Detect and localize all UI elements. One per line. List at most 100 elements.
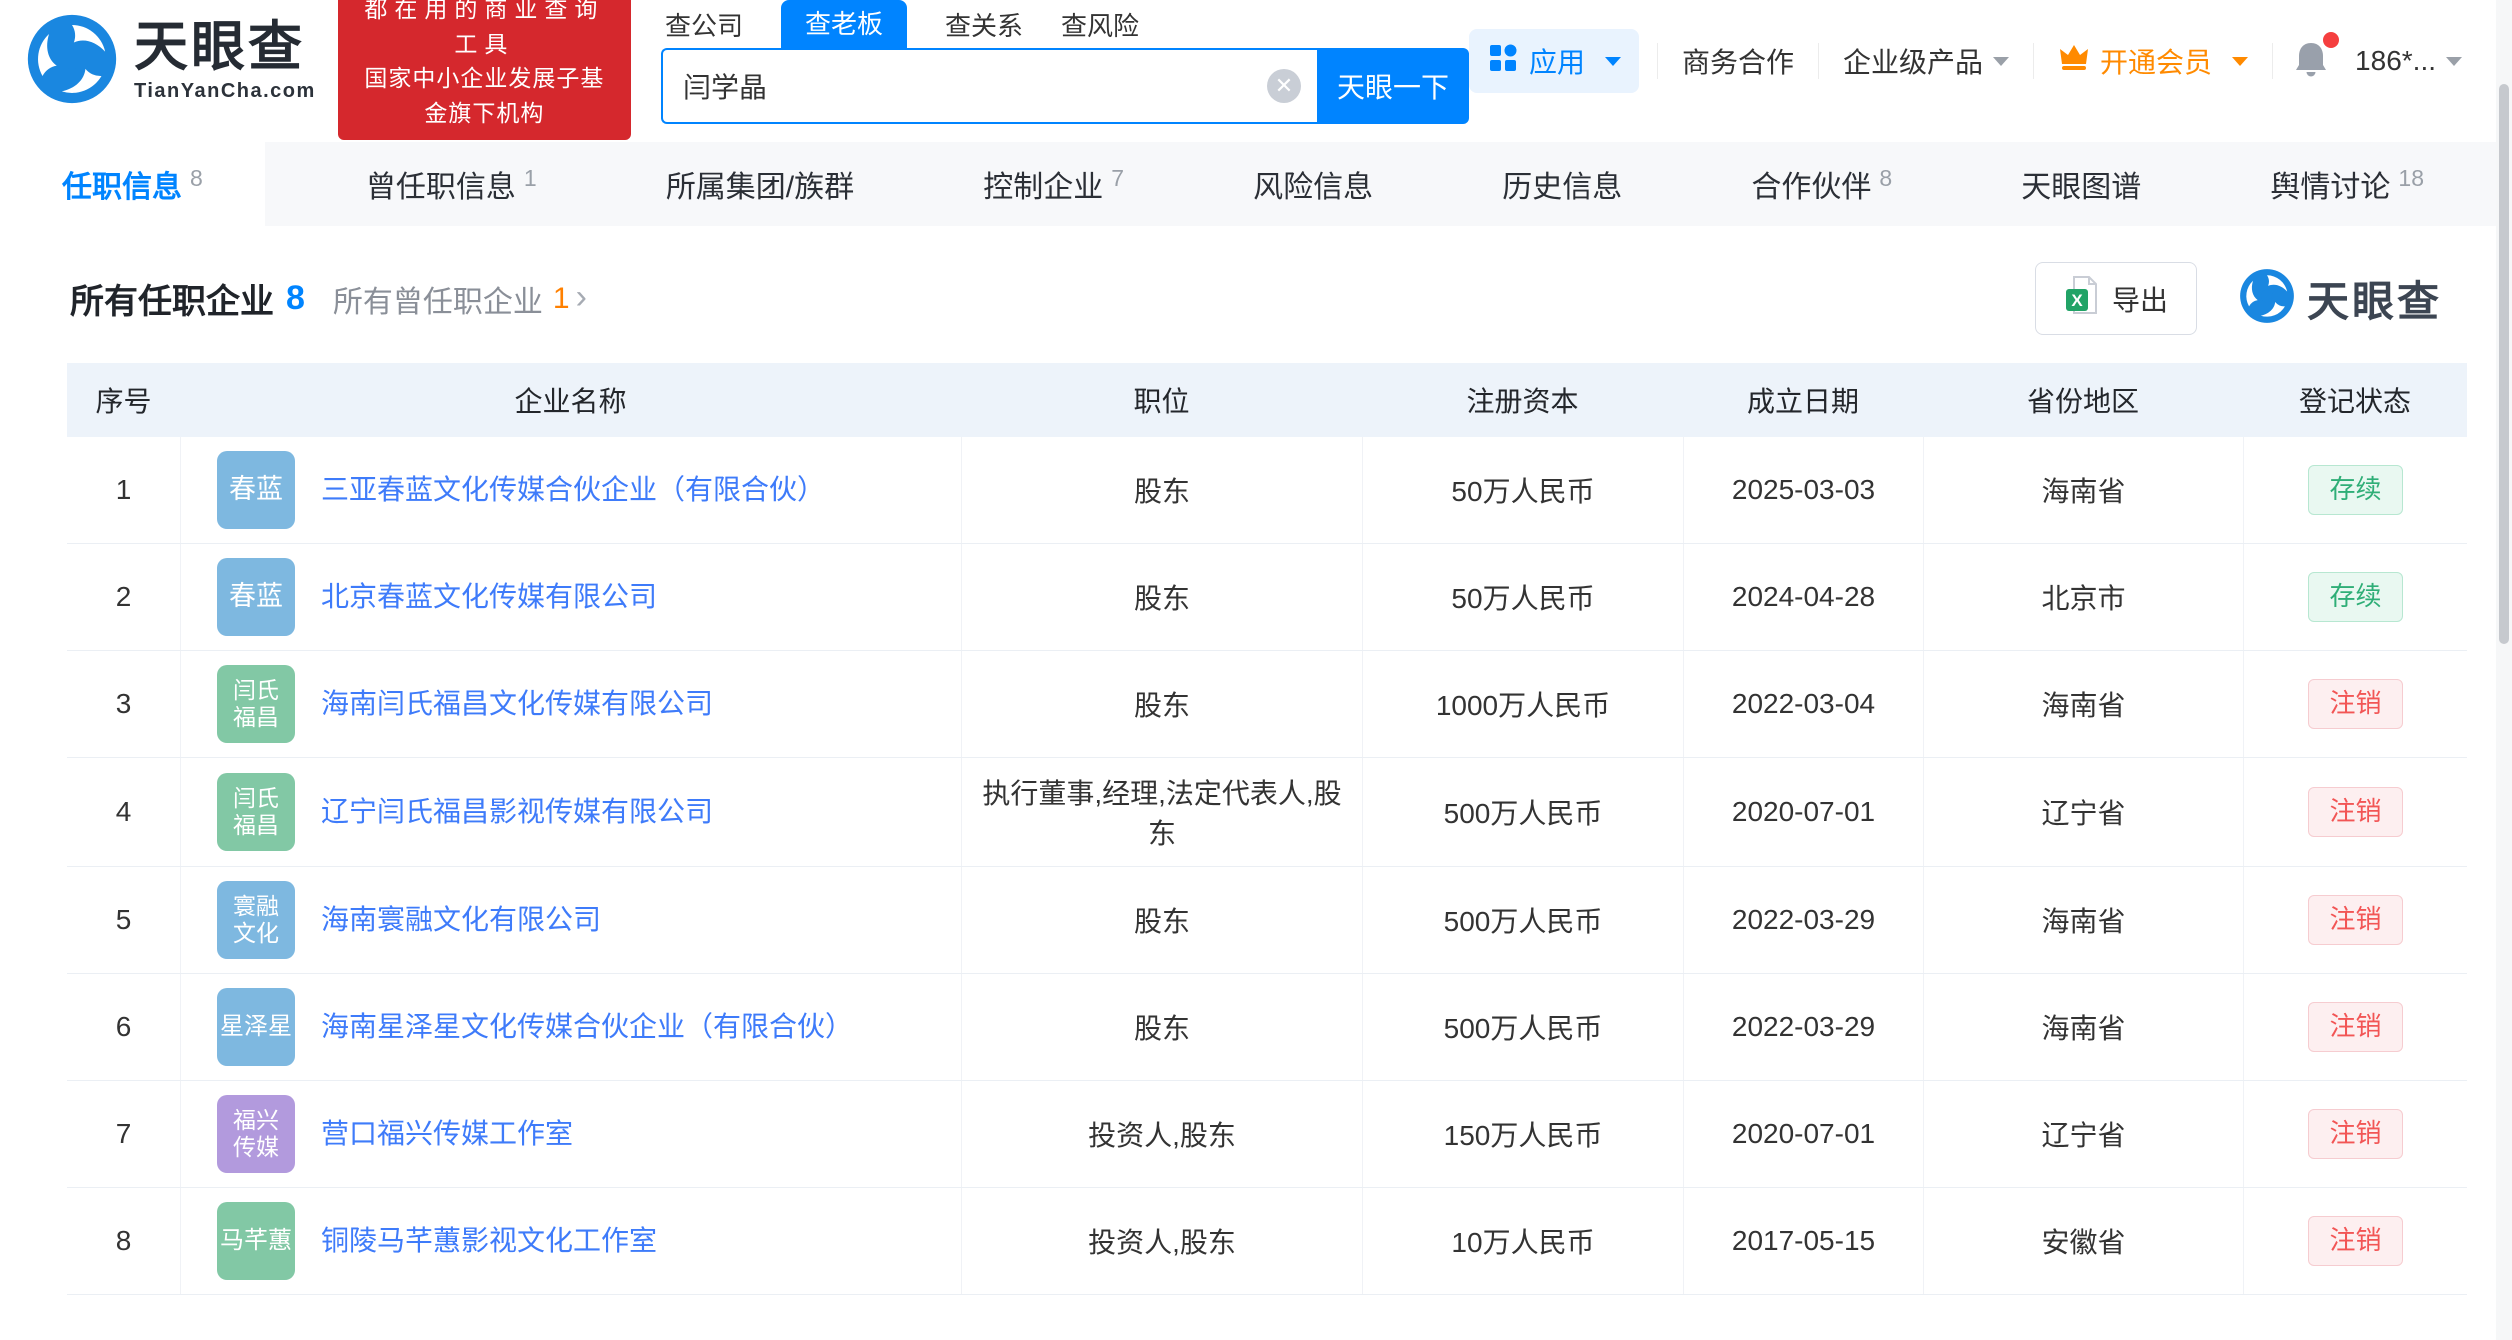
tab-count-badge: 8 [190, 165, 203, 192]
avatar-text-line: 福昌 [233, 812, 279, 839]
profile-tab-8[interactable]: 舆情讨论18 [2242, 142, 2452, 226]
company-link[interactable]: 三亚春蓝文化传媒合伙企业（有限合伙） [321, 470, 825, 511]
status-badge: 注销 [2308, 1216, 2402, 1265]
search-input-box[interactable]: ✕ [661, 48, 1317, 124]
company-link[interactable]: 铜陵马芊蕙影视文化工作室 [321, 1221, 657, 1262]
business-cooperation-link[interactable]: 商务合作 [1658, 41, 1818, 81]
table-row: 1春蓝三亚春蓝文化传媒合伙企业（有限合伙）股东50万人民币2025-03-03海… [67, 437, 2467, 544]
avatar-text-line: 福昌 [233, 704, 279, 731]
chevron-down-icon [2446, 57, 2462, 66]
excel-icon: X [2064, 275, 2098, 322]
date-cell: 2025-03-03 [1683, 437, 1923, 543]
index-cell: 7 [67, 1081, 180, 1187]
index-cell: 4 [67, 758, 180, 866]
avatar-text-line: 文化 [233, 920, 279, 947]
search-tab-2[interactable]: 查关系 [945, 4, 1023, 48]
column-header-1: 企业名称 [180, 380, 961, 420]
former-positions-link[interactable]: 所有曾任职企业 1 › [333, 277, 587, 321]
enterprise-products-menu[interactable]: 企业级产品 [1819, 41, 2033, 81]
company-avatar[interactable]: 春蓝 [217, 451, 295, 529]
company-link[interactable]: 海南寰融文化有限公司 [321, 900, 601, 941]
profile-tab-3[interactable]: 控制企业 7 [955, 142, 1152, 226]
watermark-text: 天眼查 [2307, 268, 2442, 329]
status-cell: 注销 [2243, 1081, 2467, 1187]
profile-tab-2[interactable]: 所属集团/族群 [638, 142, 882, 226]
search-tab-0[interactable]: 查公司 [665, 4, 743, 48]
account-menu[interactable]: 186*... [2349, 45, 2486, 77]
apps-menu[interactable]: 应用 [1469, 29, 1639, 93]
avatar-text-line: 春蓝 [229, 474, 283, 506]
profile-tab-7[interactable]: 天眼图谱 [1993, 142, 2169, 226]
profile-tab-5[interactable]: 历史信息 [1474, 142, 1650, 226]
province-cell: 海南省 [1923, 437, 2243, 543]
positions-table: 序号企业名称职位注册资本成立日期省份地区登记状态 1春蓝三亚春蓝文化传媒合伙企业… [67, 363, 2467, 1295]
company-cell: 星泽星 海南星泽星文化传媒合伙企业（有限合伙） [180, 974, 961, 1080]
index-cell: 2 [67, 544, 180, 650]
province-cell: 海南省 [1923, 867, 2243, 973]
province-cell: 辽宁省 [1923, 1081, 2243, 1187]
scrollbar-thumb[interactable] [2499, 84, 2509, 644]
promo-line2: 国家中小企业发展子基金旗下机构 [356, 61, 613, 130]
search-tab-3[interactable]: 查风险 [1061, 4, 1139, 48]
avatar-text-line: 马芊蕙 [220, 1227, 292, 1255]
company-avatar[interactable]: 福兴传媒 [217, 1095, 295, 1173]
position-cell: 股东 [961, 544, 1362, 650]
status-badge: 注销 [2308, 1002, 2402, 1051]
chevron-down-icon [1605, 57, 1621, 66]
company-avatar[interactable]: 闫氏福昌 [217, 773, 295, 851]
company-cell: 寰融文化海南寰融文化有限公司 [180, 867, 961, 973]
status-cell: 注销 [2243, 974, 2467, 1080]
avatar-text-line: 闫氏 [233, 677, 279, 704]
notifications-button[interactable] [2273, 38, 2349, 85]
company-avatar[interactable]: 闫氏福昌 [217, 665, 295, 743]
column-header-4: 成立日期 [1683, 380, 1923, 420]
capital-cell: 50万人民币 [1362, 544, 1683, 650]
chevron-down-icon [2232, 57, 2248, 66]
profile-tab-4[interactable]: 风险信息 [1225, 142, 1401, 226]
table-row: 2春蓝北京春蓝文化传媒有限公司股东50万人民币2024-04-28北京市存续 [67, 544, 2467, 651]
scrollbar[interactable] [2496, 0, 2512, 1340]
company-link[interactable]: 海南闫氏福昌文化传媒有限公司 [321, 684, 713, 725]
index-cell: 3 [67, 651, 180, 757]
tianyancha-logo[interactable]: 天眼查 TianYanCha.com [26, 13, 316, 110]
company-avatar[interactable]: 春蓝 [217, 558, 295, 636]
brand-domain: TianYanCha.com [134, 80, 316, 103]
capital-cell: 10万人民币 [1362, 1188, 1683, 1294]
tab-label: 任职信息 [62, 162, 182, 206]
notification-dot [2323, 32, 2339, 48]
tab-label: 控制企业 [983, 162, 1103, 206]
search-tab-1[interactable]: 查老板 [781, 0, 907, 48]
tab-count-badge: 7 [1111, 165, 1124, 192]
vip-upgrade-menu[interactable]: 开通会员 [2034, 41, 2272, 81]
company-link[interactable]: 海南星泽星文化传媒合伙企业（有限合伙） [321, 1007, 853, 1048]
clear-search-icon[interactable]: ✕ [1267, 69, 1301, 103]
company-cell: 春蓝 三亚春蓝文化传媒合伙企业（有限合伙） [180, 437, 961, 543]
profile-tab-1[interactable]: 曾任职信息1 [338, 142, 565, 226]
crown-icon [2058, 43, 2090, 80]
company-avatar[interactable]: 星泽星 [217, 988, 295, 1066]
company-cell: 马芊蕙 铜陵马芊蕙影视文化工作室 [180, 1188, 961, 1294]
section-header: 所有任职企业 8 所有曾任职企业 1 › X 导出 [70, 262, 2442, 335]
company-link[interactable]: 北京春蓝文化传媒有限公司 [321, 577, 657, 618]
company-avatar[interactable]: 寰融文化 [217, 881, 295, 959]
date-cell: 2022-03-04 [1683, 651, 1923, 757]
secondary-label: 所有曾任职企业 [333, 277, 543, 321]
table-body: 1春蓝三亚春蓝文化传媒合伙企业（有限合伙）股东50万人民币2025-03-03海… [67, 437, 2467, 1295]
search-button[interactable]: 天眼一下 [1317, 48, 1469, 124]
company-cell: 闫氏福昌辽宁闫氏福昌影视传媒有限公司 [180, 758, 961, 866]
profile-tab-0[interactable]: 任职信息 8 [0, 142, 265, 226]
status-cell: 注销 [2243, 1188, 2467, 1294]
profile-tab-6[interactable]: 合作伙伴8 [1723, 142, 1920, 226]
company-link[interactable]: 营口福兴传媒工作室 [321, 1114, 573, 1155]
export-button[interactable]: X 导出 [2035, 262, 2197, 335]
table-row: 7福兴传媒营口福兴传媒工作室投资人,股东150万人民币2020-07-01辽宁省… [67, 1081, 2467, 1188]
company-avatar[interactable]: 马芊蕙 [217, 1202, 295, 1280]
avatar-text-line: 星泽星 [220, 1013, 292, 1041]
brand-name: 天眼查 [134, 20, 316, 74]
company-link[interactable]: 辽宁闫氏福昌影视传媒有限公司 [321, 792, 713, 833]
position-cell: 执行董事,经理,法定代表人,股东 [961, 758, 1362, 866]
avatar-text-line: 春蓝 [229, 581, 283, 613]
avatar-text-line: 传媒 [233, 1134, 279, 1161]
search-input[interactable] [683, 70, 1267, 102]
capital-cell: 500万人民币 [1362, 758, 1683, 866]
